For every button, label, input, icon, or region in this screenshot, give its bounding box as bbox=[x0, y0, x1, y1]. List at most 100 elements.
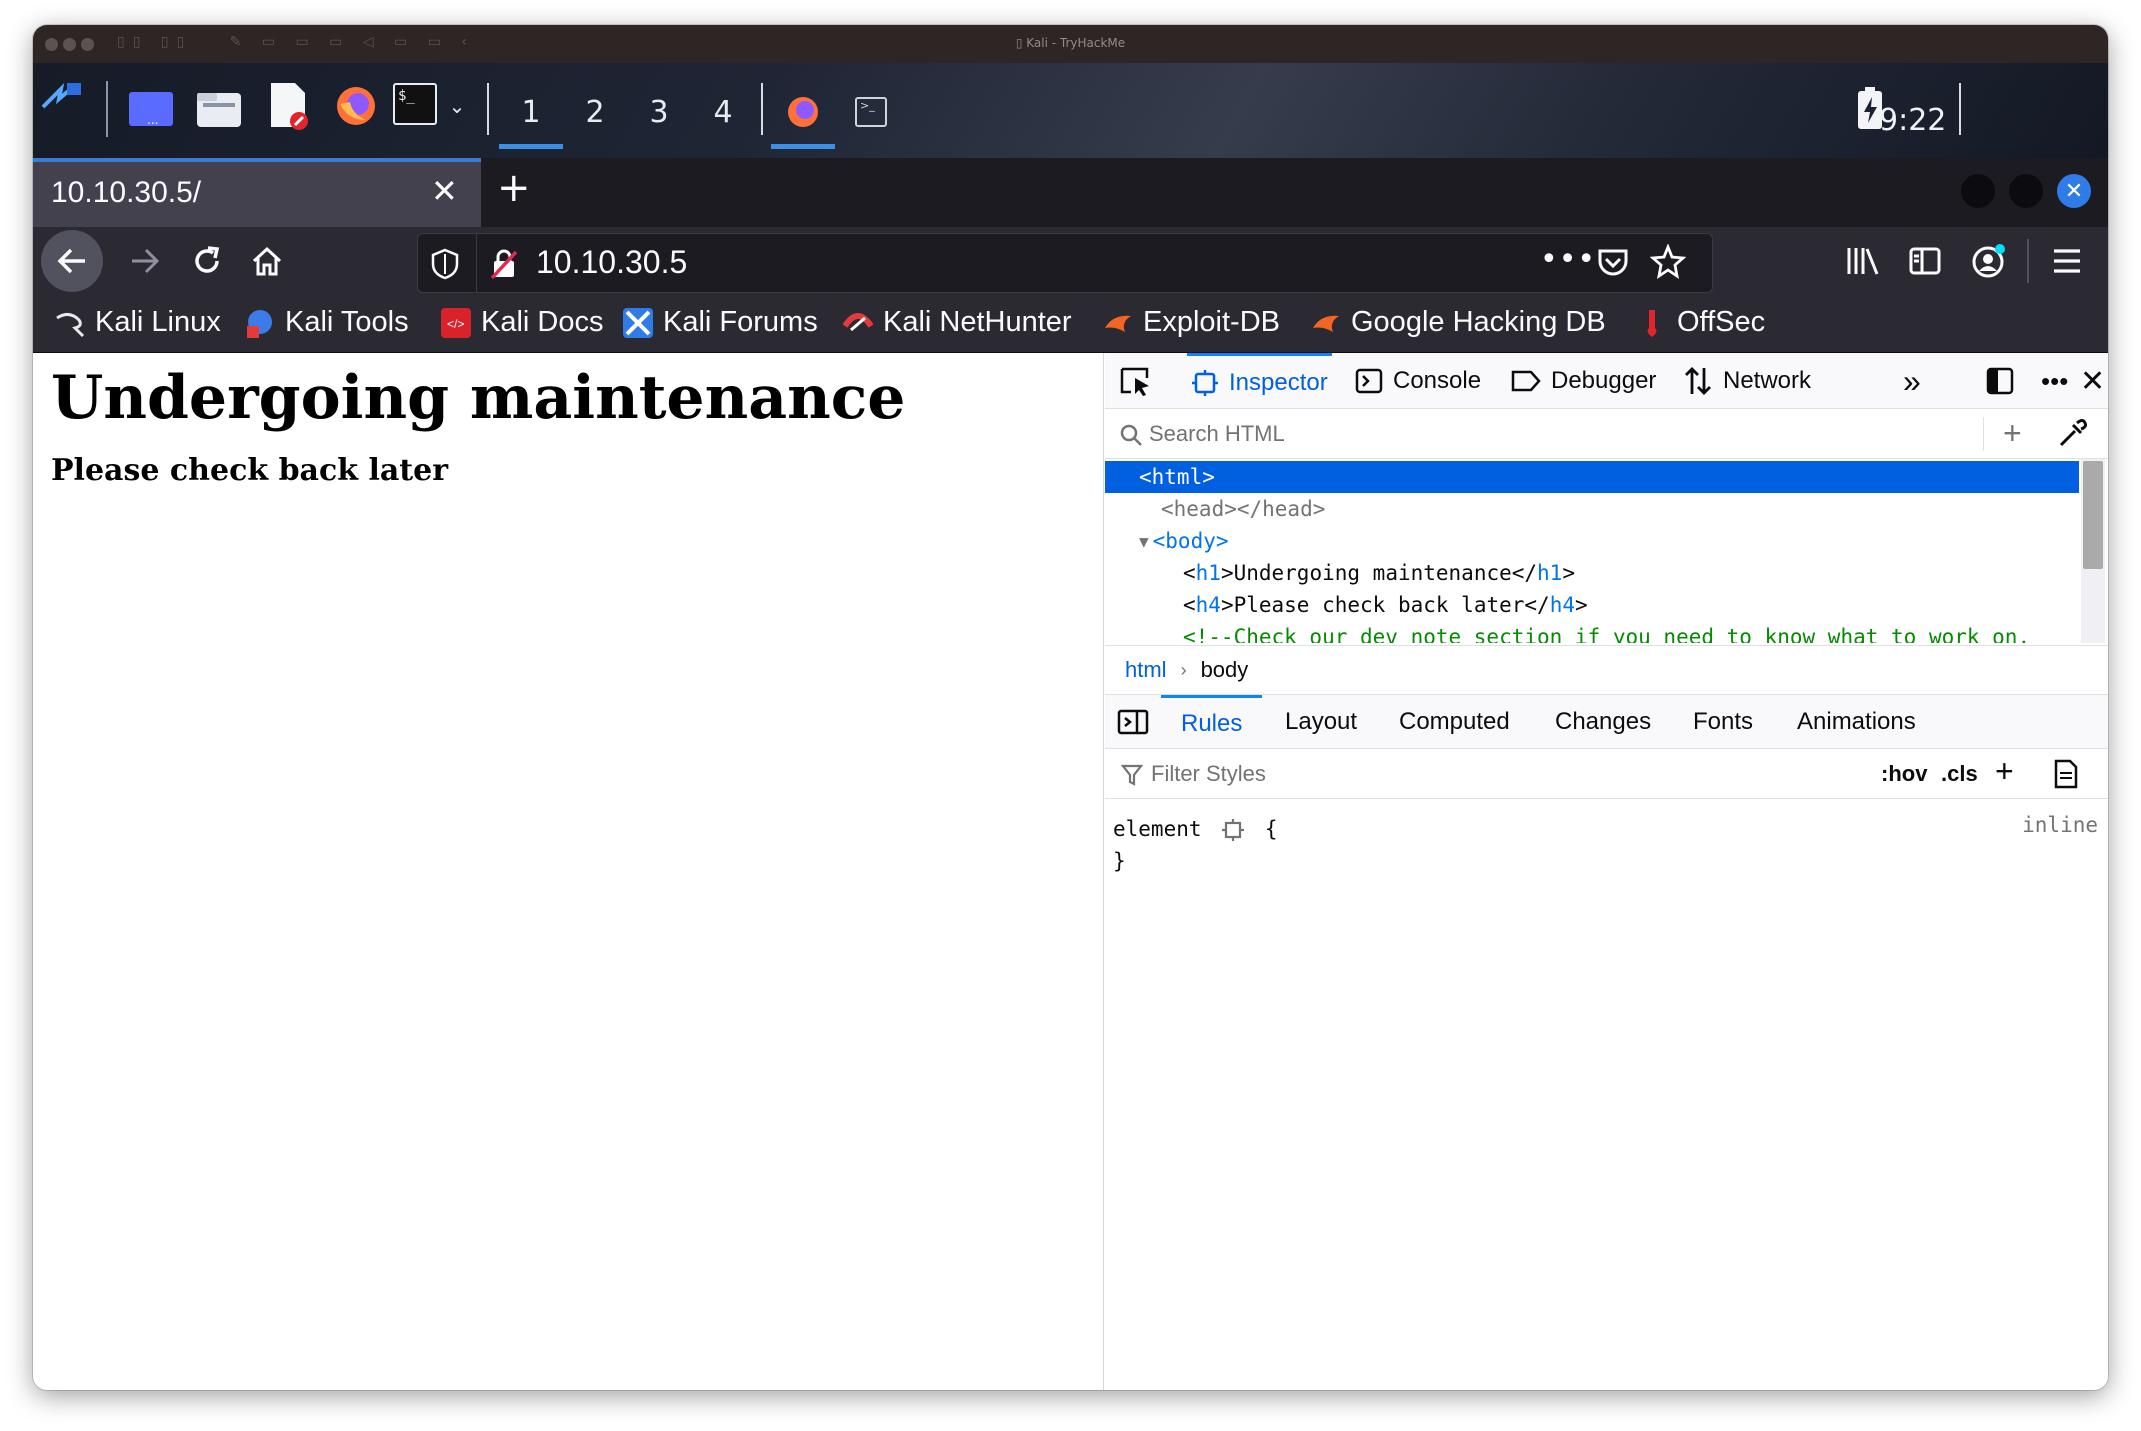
tab-active[interactable]: 10.10.30.5/ ✕ bbox=[33, 158, 481, 227]
tab-layout[interactable]: Layout bbox=[1285, 695, 1357, 749]
tab-inspector[interactable]: Inspector bbox=[1187, 353, 1332, 409]
debugger-icon bbox=[1511, 369, 1541, 393]
bookmark-exploit-db[interactable]: Exploit-DB bbox=[1103, 306, 1280, 339]
markup-tree[interactable]: <html> <head></head> ▼ <body> < h1 >Undergo… bbox=[1105, 459, 2079, 643]
bookmark-google-hacking-db[interactable]: Google Hacking DB bbox=[1311, 306, 1606, 339]
bookmark-kali-forums[interactable]: Kali Forums bbox=[623, 306, 818, 339]
filter-styles-input[interactable]: Filter Styles bbox=[1151, 761, 1266, 787]
close-tab-icon[interactable]: ✕ bbox=[431, 172, 458, 210]
workspace-4[interactable]: 4 bbox=[691, 81, 755, 143]
tab-debugger[interactable]: Debugger bbox=[1511, 353, 1656, 409]
tab-computed[interactable]: Computed bbox=[1399, 695, 1510, 749]
workspace-2[interactable]: 2 bbox=[563, 81, 627, 143]
tab-changes[interactable]: Changes bbox=[1555, 695, 1651, 749]
insecure-lock-icon[interactable] bbox=[488, 248, 520, 280]
account-icon[interactable] bbox=[1961, 233, 2017, 289]
sidebar-icon[interactable] bbox=[1897, 233, 1953, 289]
element-rule[interactable]: element { } bbox=[1113, 813, 1277, 877]
bookmark-kali-linux[interactable]: Kali Linux bbox=[55, 306, 221, 339]
markup-scrollbar[interactable] bbox=[2081, 459, 2105, 643]
page-actions-icon[interactable]: ••• bbox=[1540, 242, 1596, 277]
new-tab-button[interactable]: + bbox=[497, 165, 531, 211]
tab-animations[interactable]: Animations bbox=[1797, 695, 1916, 749]
eyedropper-icon[interactable] bbox=[2057, 419, 2087, 449]
tab-strip: 10.10.30.5/ ✕ + ✕ bbox=[33, 158, 2108, 227]
taskbar-terminal-window[interactable]: >_ bbox=[839, 81, 903, 143]
tab-rules[interactable]: Rules bbox=[1161, 695, 1263, 749]
filter-styles-bar[interactable]: Filter Styles :hov .cls + bbox=[1105, 749, 2108, 799]
firefox-icon[interactable] bbox=[333, 83, 379, 129]
tab-network[interactable]: Network bbox=[1683, 353, 1811, 409]
reload-button[interactable] bbox=[179, 233, 235, 289]
home-button[interactable] bbox=[239, 233, 295, 289]
tree-node-h1[interactable]: < h1 >Undergoing maintenance</h1 > bbox=[1105, 557, 2079, 589]
workspace-3[interactable]: 3 bbox=[627, 81, 691, 143]
bookmark-star-icon[interactable] bbox=[1650, 244, 1686, 280]
rule-close-brace: } bbox=[1113, 849, 1126, 873]
menu-hamburger-icon[interactable] bbox=[2039, 233, 2095, 289]
cls-toggle[interactable]: .cls bbox=[1941, 761, 1978, 787]
page-heading: Undergoing maintenance bbox=[51, 363, 906, 433]
tracking-shield-icon[interactable] bbox=[430, 248, 460, 280]
inspector-icon bbox=[1191, 369, 1219, 397]
tree-node-body[interactable]: ▼ <body> bbox=[1105, 525, 2079, 557]
panel-clock[interactable]: 9:22 bbox=[1879, 103, 1946, 138]
kali-menu-icon[interactable] bbox=[39, 77, 83, 117]
search-icon bbox=[1119, 423, 1143, 447]
more-tabs-icon[interactable]: » bbox=[1903, 353, 1921, 409]
bookmark-kali-tools[interactable]: Kali Tools bbox=[245, 306, 409, 339]
back-button[interactable] bbox=[41, 230, 103, 292]
kali-nethunter-icon bbox=[843, 308, 873, 338]
tree-node-head[interactable]: <head></head> bbox=[1105, 493, 2079, 525]
mac-title-bar: ▯▯ ▯▯ ✎ ▭ ▭ ▭ ◁ ▭ ▭ ‹ ▯ Kali - TryHackMe bbox=[33, 25, 2108, 63]
breadcrumb-body[interactable]: body bbox=[1201, 657, 1249, 683]
add-node-icon[interactable]: + bbox=[2003, 415, 2022, 452]
chevron-down-icon[interactable]: ⌄ bbox=[445, 91, 469, 121]
node-highlighter-icon[interactable] bbox=[1222, 819, 1245, 841]
breadcrumb-html[interactable]: html bbox=[1125, 657, 1167, 683]
tree-node-html[interactable]: <html> bbox=[1105, 461, 2079, 493]
url-bar[interactable]: 10.10.30.5 ••• bbox=[417, 233, 1713, 293]
bookmark-kali-nethunter[interactable]: Kali NetHunter bbox=[843, 306, 1072, 339]
browser-window: ▯▯ ▯▯ ✎ ▭ ▭ ▭ ◁ ▭ ▭ ‹ ▯ Kali - TryHackMe… bbox=[33, 25, 2108, 1390]
forward-button[interactable] bbox=[117, 233, 173, 289]
tree-node-comment[interactable]: <!--Check our dev note section if you ne… bbox=[1105, 621, 2079, 643]
search-html-input[interactable]: Search HTML bbox=[1149, 421, 1285, 447]
terminal-icon[interactable]: $_ bbox=[393, 83, 437, 125]
devtools-menu-icon[interactable]: ••• bbox=[2041, 353, 2068, 409]
bookmark-offsec[interactable]: OffSec bbox=[1637, 306, 1765, 339]
url-text[interactable]: 10.10.30.5 bbox=[536, 244, 687, 281]
library-icon[interactable] bbox=[1835, 233, 1891, 289]
window-minimize-button[interactable] bbox=[1961, 174, 1995, 208]
taskbar-firefox-window[interactable] bbox=[771, 81, 835, 149]
bookmark-kali-docs[interactable]: </> Kali Docs bbox=[441, 306, 604, 339]
devtools-panel: Inspector Console Debugger Network » •••… bbox=[1105, 353, 2108, 1390]
text-editor-icon[interactable] bbox=[267, 81, 309, 131]
element-picker-icon[interactable] bbox=[1119, 353, 1153, 409]
toggle-sidebar-icon[interactable] bbox=[1117, 695, 1149, 749]
workspace-1[interactable]: 1 bbox=[499, 81, 563, 149]
bookmarks-toolbar: Kali Linux Kali Tools </> Kali Docs Kali… bbox=[33, 295, 2108, 353]
svg-text:...: ... bbox=[147, 113, 158, 127]
dock-side-icon[interactable] bbox=[1985, 353, 2015, 409]
hov-toggle[interactable]: :hov bbox=[1881, 761, 1927, 787]
search-html-bar[interactable]: Search HTML + bbox=[1105, 409, 2108, 459]
svg-text:</>: </> bbox=[447, 317, 464, 331]
rule-open-brace: { bbox=[1264, 817, 1278, 841]
kali-top-panel: ... $_ ⌄ 1 2 3 4 >_ 9:22 bbox=[33, 63, 2108, 158]
window-maximize-button[interactable] bbox=[2009, 174, 2043, 208]
show-desktop-icon[interactable]: ... bbox=[127, 85, 175, 131]
tab-fonts[interactable]: Fonts bbox=[1693, 695, 1753, 749]
close-devtools-icon[interactable]: ✕ bbox=[2080, 353, 2105, 409]
file-manager-icon[interactable] bbox=[195, 85, 243, 131]
tab-console[interactable]: Console bbox=[1355, 353, 1481, 409]
window-close-button[interactable]: ✕ bbox=[2057, 174, 2091, 208]
pocket-icon[interactable] bbox=[1596, 246, 1630, 280]
rules-tab-bar: Rules Layout Computed Changes Fonts Anim… bbox=[1105, 695, 2108, 749]
tree-node-h4[interactable]: < h4 >Please check back later</h4 > bbox=[1105, 589, 2079, 621]
add-rule-icon[interactable]: + bbox=[1995, 753, 2014, 790]
scrollbar-thumb[interactable] bbox=[2083, 461, 2103, 569]
rule-selector: element bbox=[1113, 817, 1202, 841]
print-media-icon[interactable] bbox=[2053, 759, 2079, 789]
collapse-triangle-icon[interactable]: ▼ bbox=[1139, 532, 1149, 551]
